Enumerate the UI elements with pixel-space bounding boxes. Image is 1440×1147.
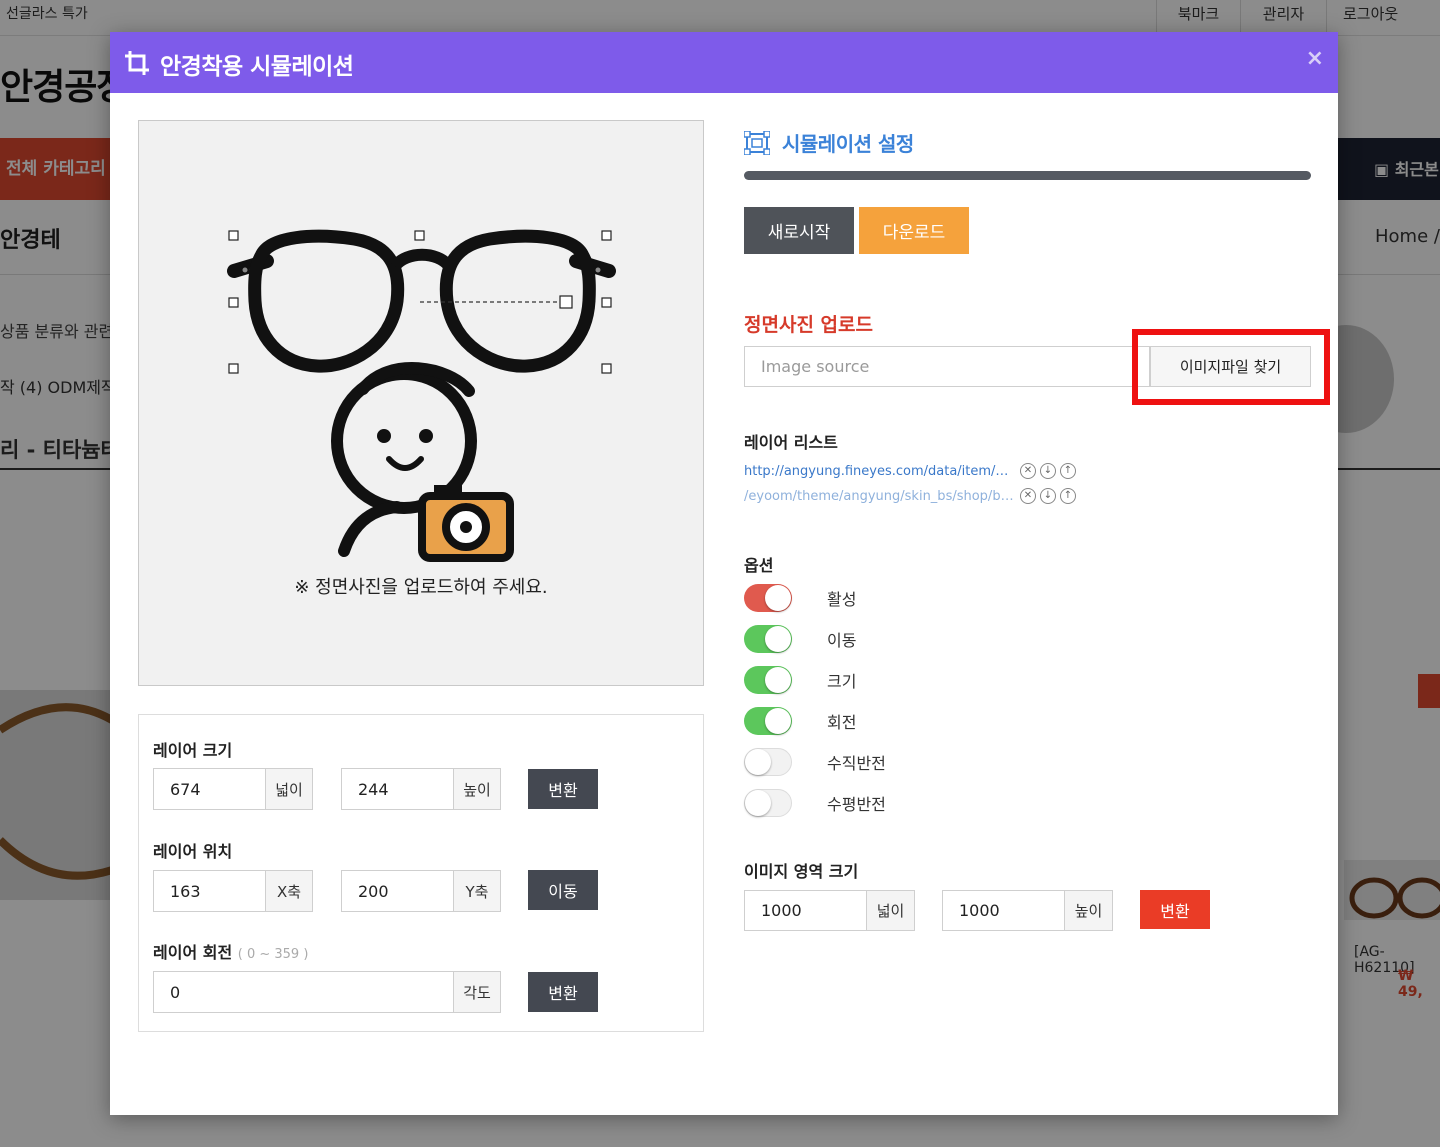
- option-row: 크기: [744, 666, 856, 694]
- download-button[interactable]: 다운로드: [859, 207, 969, 254]
- layer-size-convert-button[interactable]: 변환: [528, 769, 598, 809]
- layer-rotation-group: 각도: [153, 971, 501, 1013]
- image-area-label: 이미지 영역 크기: [744, 862, 859, 881]
- canvas-hint: ※ 정면사진을 업로드하여 주세요.: [294, 577, 548, 598]
- remove-icon[interactable]: ✕: [1020, 463, 1036, 479]
- layer-rotation-convert-button[interactable]: 변환: [528, 972, 598, 1012]
- layer-y-input[interactable]: [342, 871, 453, 911]
- upload-placeholder-icon: [331, 362, 514, 562]
- layer-width-group: 넓이: [153, 768, 313, 810]
- layer-controls-panel: 레이어 크기 넓이 높이 변환 레이어 위치 X축 Y축 이동 레이어 회전 (…: [138, 714, 704, 1032]
- option-label: 이동: [827, 631, 857, 650]
- toggle-knob: [765, 626, 791, 652]
- layer-url[interactable]: http://angyung.fineyes.com/data/item/146…: [744, 464, 1016, 479]
- option-label: 크기: [827, 672, 857, 691]
- image-height-group: 높이: [942, 890, 1113, 931]
- glasses-layer[interactable]: [139, 121, 705, 687]
- layer-x-input[interactable]: [154, 871, 265, 911]
- image-area-convert-button[interactable]: 변환: [1140, 890, 1210, 929]
- toggle-knob: [745, 749, 771, 775]
- option-toggle[interactable]: [744, 789, 792, 817]
- layer-rotation-input[interactable]: [154, 972, 453, 1012]
- progress-bar: [744, 171, 1311, 180]
- image-source-input[interactable]: [744, 346, 1150, 387]
- modal-title: 안경착용 시뮬레이션: [160, 54, 354, 80]
- height-addon: 높이: [1064, 891, 1112, 930]
- option-row: 수직반전: [744, 748, 886, 776]
- options-title: 옵션: [744, 556, 774, 575]
- crop-icon: [125, 51, 149, 75]
- x-addon: X축: [265, 871, 312, 911]
- layer-x-group: X축: [153, 870, 313, 912]
- glasses-icon: [227, 229, 616, 373]
- option-toggle[interactable]: [744, 748, 792, 776]
- option-label: 수평반전: [827, 795, 886, 814]
- angle-addon: 각도: [453, 972, 500, 1012]
- option-row: 수평반전: [744, 789, 886, 817]
- layer-rotation-label: 레이어 회전 ( 0 ~ 359 ): [153, 939, 308, 963]
- y-addon: Y축: [453, 871, 500, 911]
- image-width-group: 넓이: [744, 890, 915, 931]
- option-toggle[interactable]: [744, 666, 792, 694]
- simulation-modal: 안경착용 시뮬레이션 × ※ 정면사진을 업로드하여 주세요. 레이어 크기 6…: [110, 32, 1338, 1115]
- toggle-knob: [745, 790, 771, 816]
- layer-item[interactable]: http://angyung.fineyes.com/data/item/146…: [744, 461, 1076, 481]
- upload-title: 정면사진 업로드: [744, 314, 873, 336]
- simulation-canvas[interactable]: ※ 정면사진을 업로드하여 주세요.: [138, 120, 704, 686]
- layer-height-input[interactable]: [342, 769, 453, 809]
- image-height-input[interactable]: [943, 891, 1064, 930]
- modal-header: 안경착용 시뮬레이션 ×: [110, 32, 1338, 93]
- rotation-label-text: 레이어 회전: [153, 943, 233, 962]
- toggle-knob: [765, 667, 791, 693]
- remove-icon[interactable]: ✕: [1020, 488, 1036, 504]
- image-width-input[interactable]: [745, 891, 866, 930]
- move-up-icon[interactable]: ↑: [1060, 463, 1076, 479]
- layer-list-title: 레이어 리스트: [744, 433, 838, 452]
- option-label: 수직반전: [827, 754, 886, 773]
- find-image-file-button[interactable]: 이미지파일 찾기: [1150, 346, 1311, 387]
- restart-button[interactable]: 새로시작: [744, 207, 854, 254]
- option-row: 활성: [744, 584, 856, 612]
- layer-position-label: 레이어 위치: [153, 842, 233, 861]
- width-addon: 넓이: [265, 769, 312, 809]
- option-toggle[interactable]: [744, 707, 792, 735]
- settings-header: 시뮬레이션 설정: [744, 128, 914, 157]
- frame-icon: [744, 130, 770, 155]
- move-up-icon[interactable]: ↑: [1060, 488, 1076, 504]
- option-toggle[interactable]: [744, 625, 792, 653]
- move-down-icon[interactable]: ↓: [1040, 488, 1056, 504]
- toggle-knob: [765, 708, 791, 734]
- layer-move-button[interactable]: 이동: [528, 870, 598, 910]
- option-label: 회전: [827, 713, 857, 732]
- layer-width-input[interactable]: [154, 769, 265, 809]
- width-addon: 넓이: [866, 891, 914, 930]
- option-row: 이동: [744, 625, 856, 653]
- close-icon[interactable]: ×: [1306, 46, 1324, 71]
- option-label: 활성: [827, 590, 857, 609]
- move-down-icon[interactable]: ↓: [1040, 463, 1056, 479]
- option-row: 회전: [744, 707, 856, 735]
- layer-url[interactable]: /eyoom/theme/angyung/skin_bs/shop/basic.…: [744, 489, 1016, 504]
- height-addon: 높이: [453, 769, 500, 809]
- layer-size-label: 레이어 크기: [153, 741, 233, 760]
- settings-title: 시뮬레이션 설정: [782, 132, 914, 156]
- layer-height-group: 높이: [341, 768, 501, 810]
- toggle-knob: [765, 585, 791, 611]
- layer-y-group: Y축: [341, 870, 501, 912]
- layer-item[interactable]: /eyoom/theme/angyung/skin_bs/shop/basic.…: [744, 486, 1076, 506]
- option-toggle[interactable]: [744, 584, 792, 612]
- rotation-range: ( 0 ~ 359 ): [237, 947, 309, 962]
